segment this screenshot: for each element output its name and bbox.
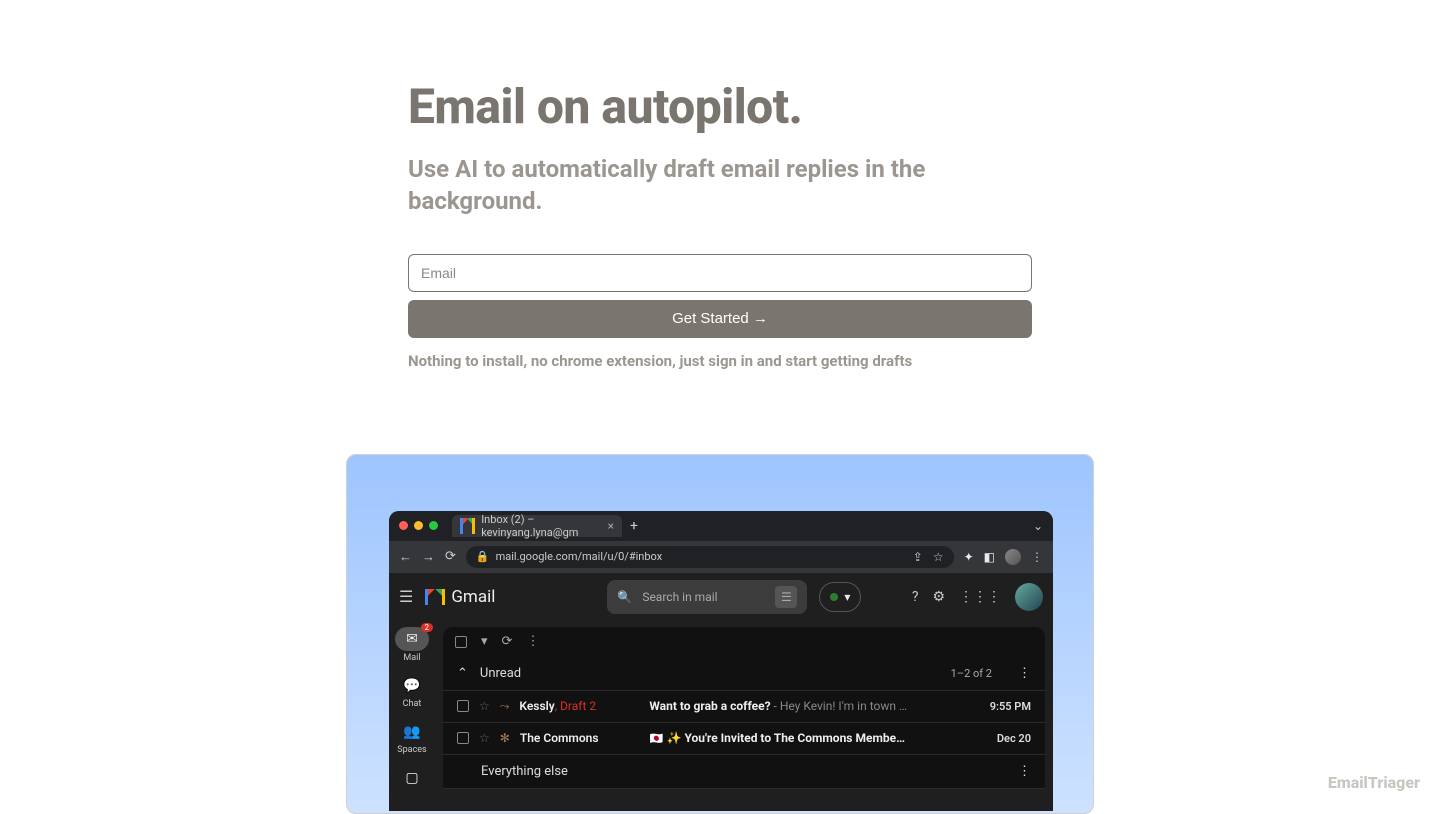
gmail-rail: ✉ 2 Mail 💬 Chat 👥 Spaces ▢ [389, 621, 435, 811]
minimize-icon [414, 521, 423, 530]
forward-icon: → [422, 549, 435, 565]
sidepanel-icon: ◧ [984, 550, 995, 564]
chevron-down-icon: ▾ [844, 590, 850, 604]
spaces-icon: 👥 [401, 721, 423, 743]
window-traffic-lights [399, 521, 438, 530]
gmail-logo-text: Gmail [451, 587, 495, 607]
mail-badge: 2 [421, 623, 434, 632]
gmail-header: ☰ Gmail 🔍 Search in mail ☰ ▾ ? ⚙ ⋮⋮⋮ [389, 573, 1053, 621]
rail-spaces: 👥 Spaces [397, 721, 426, 755]
search-options-icon: ☰ [775, 586, 797, 608]
browser-menu-icon: ⋮ [1031, 550, 1043, 564]
close-tab-icon: × [608, 519, 614, 533]
back-icon: ← [399, 549, 412, 565]
gmail-search: 🔍 Search in mail ☰ [607, 580, 807, 614]
share-icon: ⇪ [913, 550, 923, 564]
rail-mail: ✉ 2 Mail [395, 627, 429, 663]
gmail-m-icon [425, 589, 445, 605]
gmail-logo: Gmail [425, 587, 495, 607]
rail-spaces-label: Spaces [397, 745, 426, 755]
flag-icon: 🇯🇵 [650, 732, 664, 745]
hero-title: Email on autopilot. [408, 78, 1032, 135]
mail-icon: ✉ [401, 628, 423, 650]
settings-icon: ⚙ [932, 589, 945, 605]
row-time: Dec 20 [997, 732, 1031, 745]
status-dot-icon [830, 593, 838, 601]
profile-avatar-icon [1005, 549, 1021, 565]
row-subject: 🇯🇵 ✨ You're Invited to The Commons Membe… [650, 731, 987, 745]
browser-urlbar: ← → ⟳ 🔒 mail.google.com/mail/u/0/#inbox … [389, 541, 1053, 573]
browser-window: Inbox (2) – kevinyang.lyna@gm × + ⌄ ← → … [389, 511, 1053, 811]
meet-icon: ▢ [401, 767, 423, 789]
mail-row: ☆ ⤳ Kessly, Draft 2 Want to grab a coffe… [443, 691, 1045, 723]
row-checkbox [457, 700, 469, 712]
email-field[interactable] [408, 254, 1032, 292]
row-sender: Kessly, Draft 2 [519, 699, 639, 713]
gmail-preview-frame: Inbox (2) – kevinyang.lyna@gm × + ⌄ ← → … [346, 454, 1094, 814]
apps-icon: ⋮⋮⋮ [959, 589, 1001, 605]
section-menu-icon: ⋮ [1018, 666, 1031, 681]
lock-icon: 🔒 [476, 550, 490, 563]
browser-extensions: ✦ ◧ ⋮ [964, 549, 1043, 565]
extensions-icon: ✦ [964, 550, 974, 564]
list-toolbar: ▾ ⟳ ⋮ [443, 627, 1045, 657]
browser-tab: Inbox (2) – kevinyang.lyna@gm × [452, 515, 622, 537]
gmail-list: ▾ ⟳ ⋮ ⌃ Unread 1–2 of 2 ⋮ ☆ ⤳ Kessly, Dr… [435, 621, 1053, 811]
gmail-favicon-icon [460, 518, 475, 534]
gmail-body: ✉ 2 Mail 💬 Chat 👥 Spaces ▢ [389, 621, 1053, 811]
hero-subtitle: Use AI to automatically draft email repl… [408, 153, 1032, 218]
browser-tabbar: Inbox (2) – kevinyang.lyna@gm × + ⌄ [389, 511, 1053, 541]
row-time: 9:55 PM [990, 700, 1031, 713]
chevron-down-icon: ▾ [481, 634, 488, 649]
star-icon: ☆ [933, 550, 944, 564]
help-icon: ? [912, 589, 919, 605]
search-icon: 🔍 [617, 590, 632, 604]
label-icon: ✻ [500, 731, 510, 745]
section-unread-label: Unread [480, 666, 521, 681]
section-menu-icon: ⋮ [1018, 764, 1031, 779]
rail-chat: 💬 Chat [401, 675, 423, 709]
star-icon: ☆ [479, 699, 490, 713]
row-subject: Want to grab a coffee? - Hey Kevin! I'm … [649, 699, 979, 713]
address-bar: 🔒 mail.google.com/mail/u/0/#inbox ⇪ ☆ [466, 546, 954, 568]
close-icon [399, 521, 408, 530]
row-checkbox [457, 732, 469, 744]
footer-brand: EmailTriager [1328, 773, 1420, 792]
tab-title: Inbox (2) – kevinyang.lyna@gm [481, 513, 597, 539]
url-text: mail.google.com/mail/u/0/#inbox [496, 550, 663, 563]
maximize-icon [429, 521, 438, 530]
chevron-up-icon: ⌃ [457, 666, 468, 681]
chat-icon: 💬 [401, 675, 423, 697]
mail-row: ☆ ✻ The Commons 🇯🇵 ✨ You're Invited to T… [443, 723, 1045, 755]
more-icon: ⋮ [526, 634, 539, 649]
star-icon: ☆ [479, 731, 490, 745]
hero-section: Email on autopilot. Use AI to automatica… [408, 0, 1032, 370]
label-icon: ⤳ [500, 699, 510, 714]
rail-mail-label: Mail [403, 653, 420, 663]
rail-meet: ▢ [401, 767, 423, 789]
section-unread-count: 1–2 of 2 [951, 667, 992, 680]
rail-chat-label: Chat [403, 699, 422, 709]
reload-icon: ⟳ [445, 549, 456, 564]
get-started-button[interactable]: Get Started → [408, 300, 1032, 338]
account-avatar-icon [1015, 583, 1043, 611]
select-all-checkbox [455, 636, 467, 648]
status-pill: ▾ [819, 582, 861, 612]
hero-subnote: Nothing to install, no chrome extension,… [408, 352, 1032, 370]
row-sender: The Commons [520, 731, 640, 745]
section-unread: ⌃ Unread 1–2 of 2 ⋮ [443, 657, 1045, 691]
tabs-dropdown-icon: ⌄ [1033, 519, 1043, 533]
search-placeholder: Search in mail [642, 590, 717, 604]
menu-icon: ☰ [399, 587, 413, 606]
section-else-label: Everything else [481, 764, 568, 779]
new-tab-icon: + [630, 518, 638, 534]
refresh-icon: ⟳ [502, 634, 513, 649]
section-everything-else: Everything else ⋮ [443, 755, 1045, 789]
